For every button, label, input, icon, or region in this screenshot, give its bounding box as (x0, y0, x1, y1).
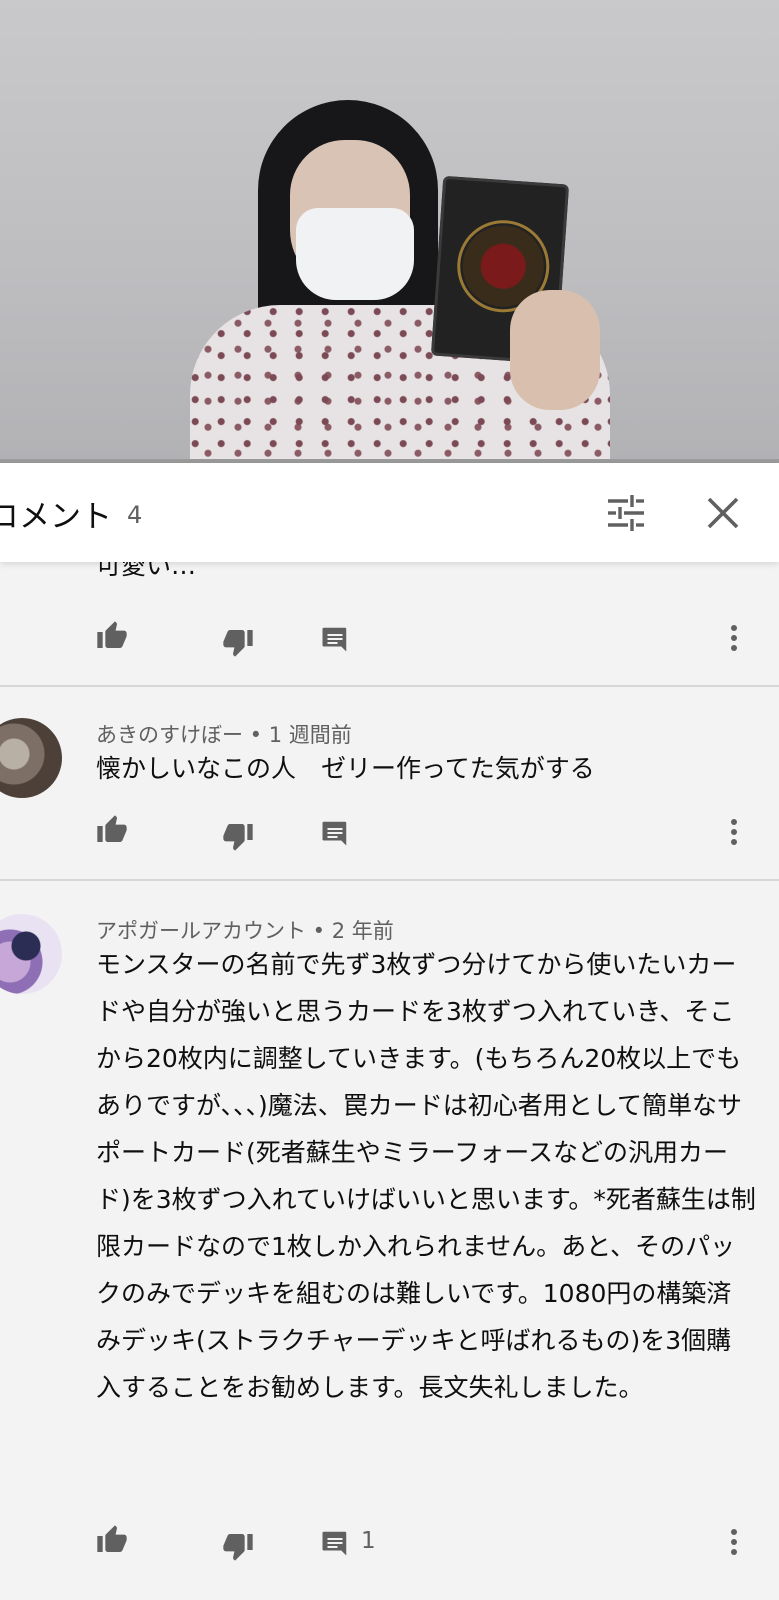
comments-count: 4 (127, 501, 143, 529)
avatar[interactable] (0, 718, 62, 798)
close-icon[interactable] (703, 493, 743, 533)
more-vert-icon[interactable] (730, 1528, 738, 1556)
comment-time[interactable]: 1 週間前 (269, 723, 352, 747)
comment-author[interactable]: あきのすけぼー (96, 723, 243, 747)
reply-icon[interactable] (320, 624, 350, 654)
comment-text: 懐かしいなこの人 ゼリー作ってた気がする (96, 754, 595, 783)
thumb-up-icon[interactable] (96, 814, 128, 846)
video-person-hand (510, 290, 600, 410)
video-player[interactable] (0, 0, 779, 463)
more-vert-icon[interactable] (730, 624, 738, 652)
thumb-up-icon[interactable] (96, 1524, 128, 1556)
video-person-mask (296, 208, 414, 300)
comment-item: アポガールアカウント • 2 年前 モンスターの名前で先ず3枚ずつ分けてから使い… (0, 881, 779, 1600)
sort-icon[interactable] (606, 493, 646, 533)
reply-icon[interactable] (320, 818, 350, 848)
comment-text: モンスターの名前で先ず3枚ずつ分けてから使いたいカードや自分が強いと思うカードを… (96, 950, 756, 1402)
thumb-down-icon[interactable] (222, 626, 254, 658)
comment-actions (0, 620, 779, 660)
reply-count[interactable]: 1 (361, 1528, 376, 1554)
comment-actions (0, 814, 779, 854)
comments-title: コメント (0, 499, 112, 535)
comments-header: コメント 4 (0, 463, 779, 562)
thumb-down-icon[interactable] (222, 1530, 254, 1562)
thumb-up-icon[interactable] (96, 620, 128, 652)
more-vert-icon[interactable] (730, 818, 738, 846)
comment-item: あきのすけぼー • 1 週間前 懐かしいなこの人 ゼリー作ってた気がする (0, 687, 779, 880)
comment-author[interactable]: アポガールアカウント (96, 919, 306, 943)
thumb-down-icon[interactable] (222, 820, 254, 852)
comment-actions: 1 (0, 1524, 779, 1564)
reply-icon[interactable] (320, 1528, 350, 1558)
comment-time[interactable]: 2 年前 (332, 919, 394, 943)
avatar[interactable] (0, 914, 62, 994)
